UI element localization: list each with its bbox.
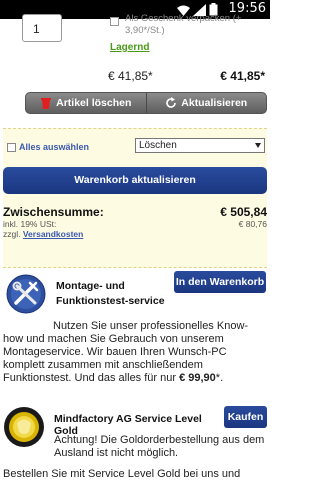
chevron-down-icon	[255, 143, 261, 148]
gold-service-icon	[4, 407, 44, 447]
gold-service-warning: Achtung! Die Goldorderbestellung aus dem…	[54, 434, 265, 459]
vat-value: € 80,76	[238, 219, 267, 229]
gift-wrap-option[interactable]: Als Geschenk verpacken (+ 3,90*/St.)	[110, 13, 270, 37]
refresh-button[interactable]: Aktualisieren	[145, 93, 267, 113]
vat-label: inkl. 19% USt:	[3, 219, 57, 229]
assembly-price-suffix: *.	[215, 372, 224, 384]
subtotal-label: Zwischensumme:	[3, 205, 104, 219]
unit-price: € 41,85*	[108, 69, 153, 83]
shipping-prefix: zzgl.	[3, 229, 21, 239]
refresh-icon	[166, 97, 177, 108]
gift-wrap-label: Als Geschenk verpacken (+ 3,90*/St.)	[125, 13, 242, 36]
shipping-info: zzgl. Versandkosten	[3, 229, 83, 239]
item-action-bar: Artikel löschen Aktualisieren	[25, 92, 267, 114]
update-cart-button[interactable]: Warenkorb aktualisieren	[3, 167, 267, 194]
bulk-action-select[interactable]: Löschen	[135, 138, 265, 153]
subtotal-value: € 505,84	[220, 205, 267, 219]
add-to-cart-button[interactable]: In den Warenkorb	[174, 271, 266, 293]
assembly-service-title: Montage- und Funktionstest-service	[56, 280, 165, 307]
assembly-service-description: Nutzen Sie unser professionelles Know-ho…	[3, 320, 267, 385]
gold-service-description: Bestellen Sie mit Service Level Gold bei…	[3, 468, 241, 480]
select-all-checkbox[interactable]	[7, 142, 16, 152]
item-total-price: € 41,85*	[220, 69, 265, 83]
gift-wrap-checkbox[interactable]	[110, 17, 119, 26]
delete-item-button[interactable]: Artikel löschen	[26, 93, 146, 113]
bulk-action-value: Löschen	[139, 140, 177, 151]
availability-status[interactable]: Lagernd	[110, 42, 149, 53]
delete-item-label: Artikel löschen	[56, 97, 132, 109]
buy-button[interactable]: Kaufen	[224, 406, 267, 428]
trash-icon	[41, 98, 52, 109]
select-all-option[interactable]: Alles auswählen	[7, 142, 89, 152]
cart-summary-box: Alles auswählen Löschen Warenkorb aktual…	[3, 128, 267, 268]
assembly-price: € 99,90	[179, 372, 216, 384]
refresh-label: Aktualisieren	[181, 97, 248, 109]
shipping-costs-link[interactable]: Versandkosten	[23, 229, 83, 239]
tools-icon	[6, 274, 46, 314]
select-all-label: Alles auswählen	[19, 142, 90, 152]
quantity-input[interactable]: 1	[22, 14, 62, 42]
